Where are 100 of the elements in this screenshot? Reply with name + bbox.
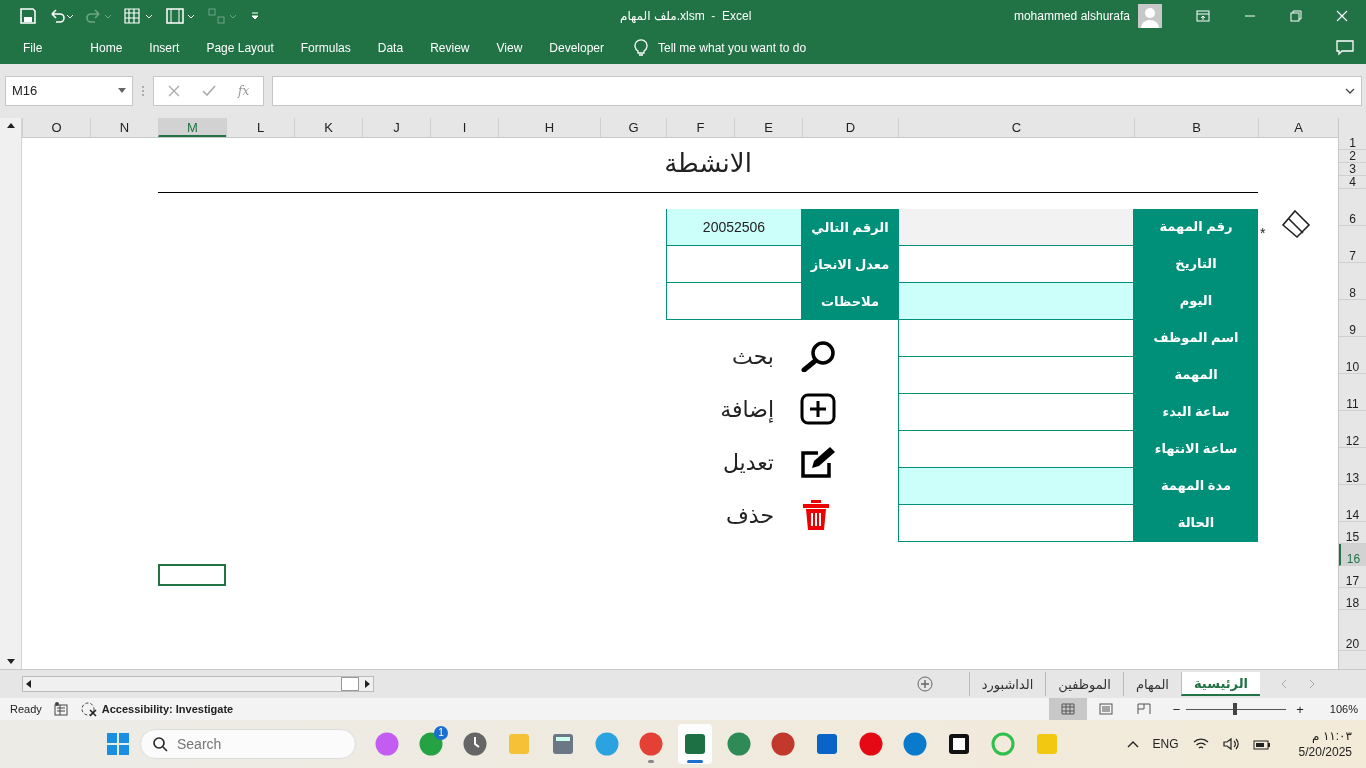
row-header[interactable]: 17 [1339,565,1366,588]
sheet-tab[interactable]: الداشبورد [968,672,1046,697]
accessibility-icon[interactable] [79,701,98,718]
page-view-icon[interactable] [1098,703,1113,716]
comment-icon[interactable] [1336,39,1354,56]
search-icon[interactable] [800,340,838,373]
input-cell[interactable] [898,319,1134,357]
row-header[interactable]: 7 [1339,225,1366,263]
input-cell[interactable] [898,393,1134,431]
row-header[interactable]: 16 [1339,543,1366,566]
whatsapp-app-button[interactable]: 1 [414,724,448,765]
column-header[interactable]: F [666,117,734,137]
grid-view-icon[interactable] [1060,703,1075,716]
customize-icon[interactable] [250,10,260,21]
input-cell[interactable] [898,467,1134,505]
input-cell[interactable] [898,245,1134,283]
column-header[interactable]: E [734,117,802,137]
battery-icon[interactable] [1252,737,1271,752]
ribbon-tab[interactable]: Page Layout [193,40,287,55]
row-header[interactable]: 3 [1339,162,1366,176]
clock-time[interactable]: ١١:٠٣ م [1312,728,1352,745]
action-label[interactable]: تعديل [722,449,774,475]
macro-record-icon[interactable] [53,702,68,717]
trash-icon[interactable] [800,499,832,532]
action-label[interactable]: حذف [726,502,774,528]
eraser-icon[interactable] [1279,208,1312,241]
column-header[interactable]: N [90,117,158,137]
input-cell[interactable] [898,430,1134,468]
accessibility-status[interactable]: Accessibility: Investigate [101,703,234,716]
ribbon-tab[interactable]: Developer [536,40,617,55]
zoom-in-button[interactable]: + [1296,701,1304,717]
dropdown-icon[interactable] [118,88,126,94]
input-cell[interactable]: 20052506 [666,208,802,246]
input-cell[interactable] [666,245,802,283]
add-icon[interactable] [800,393,836,426]
save-icon[interactable] [20,7,36,24]
action-label[interactable]: إضافة [720,396,774,422]
name-box[interactable]: M16 [5,75,133,106]
film-icon[interactable] [166,7,196,24]
ribbon-tab[interactable]: Home [77,40,136,55]
sheet-tab[interactable]: الموظفين [1045,672,1123,697]
input-cell[interactable] [666,282,802,320]
row-header[interactable]: 6 [1339,188,1366,226]
language-indicator[interactable]: ENG [1152,737,1179,752]
scroll-thumb[interactable] [341,677,359,692]
close-icon[interactable] [1336,9,1348,22]
row-header[interactable]: 13 [1339,447,1366,485]
ribbon-display-icon[interactable] [1196,9,1210,22]
row-header[interactable]: 20 [1339,609,1366,651]
row-header[interactable]: 8 [1339,262,1366,300]
row-header[interactable]: 12 [1339,410,1366,448]
input-cell[interactable] [898,208,1134,246]
row-header[interactable]: 15 [1339,521,1366,544]
ribbon-tab[interactable]: Formulas [287,40,364,55]
row-header[interactable]: 11 [1339,373,1366,411]
edit-icon[interactable] [800,446,838,479]
page-break-icon[interactable] [1136,703,1151,716]
add-sheet-icon[interactable] [916,676,933,693]
zoom-out-button[interactable]: − [1172,701,1181,717]
search-icon[interactable] [152,736,168,753]
row-header[interactable]: 14 [1339,484,1366,522]
check-icon[interactable] [202,84,216,97]
ribbon-tab[interactable]: Review [417,40,483,55]
column-header[interactable]: K [294,117,362,137]
ribbon-tab[interactable]: Insert [136,40,193,55]
input-cell[interactable] [898,504,1134,542]
row-header[interactable]: 9 [1339,299,1366,337]
sheet-tab[interactable]: الرئيسية [1180,672,1260,697]
tell-me-search[interactable]: Tell me what you want to do [658,40,807,55]
row-header[interactable]: 10 [1339,336,1366,374]
chevron-up-icon[interactable] [1126,740,1139,749]
column-header[interactable]: O [22,117,90,137]
restore-icon[interactable] [1290,9,1302,22]
column-header[interactable]: J [362,117,430,137]
horizontal-scrollbar[interactable] [22,676,374,693]
selected-cell[interactable] [158,563,226,586]
search-field[interactable]: Search [140,729,356,760]
sheet-tab[interactable]: المهام [1122,672,1181,697]
input-cell[interactable] [898,282,1134,320]
expand-icon[interactable] [1345,87,1355,94]
zoom-level[interactable]: 106% [1329,703,1358,716]
user-name[interactable]: mohammed alshurafa [1013,8,1130,23]
column-header[interactable]: H [498,117,600,137]
table-brush-icon[interactable] [124,7,154,24]
column-header[interactable]: B [1134,117,1258,137]
row-header[interactable]: 18 [1339,587,1366,610]
vertical-scrollbar[interactable] [0,117,22,670]
ribbon-tab[interactable]: View [483,40,536,55]
avatar-icon[interactable] [1138,3,1162,28]
undo-icon[interactable] [48,7,74,24]
formula-input[interactable] [272,75,1362,106]
clock-date[interactable]: 5/20/2025 [1298,744,1352,761]
volume-icon[interactable] [1222,737,1239,752]
column-header[interactable]: G [600,117,666,137]
normal-view-button[interactable] [1048,698,1087,721]
column-header[interactable]: M [158,117,226,137]
ribbon-tab[interactable]: Data [364,40,417,55]
file-menu-button[interactable]: File [10,40,56,55]
column-header[interactable]: C [898,117,1134,137]
row-header[interactable]: 1 [1339,136,1366,150]
